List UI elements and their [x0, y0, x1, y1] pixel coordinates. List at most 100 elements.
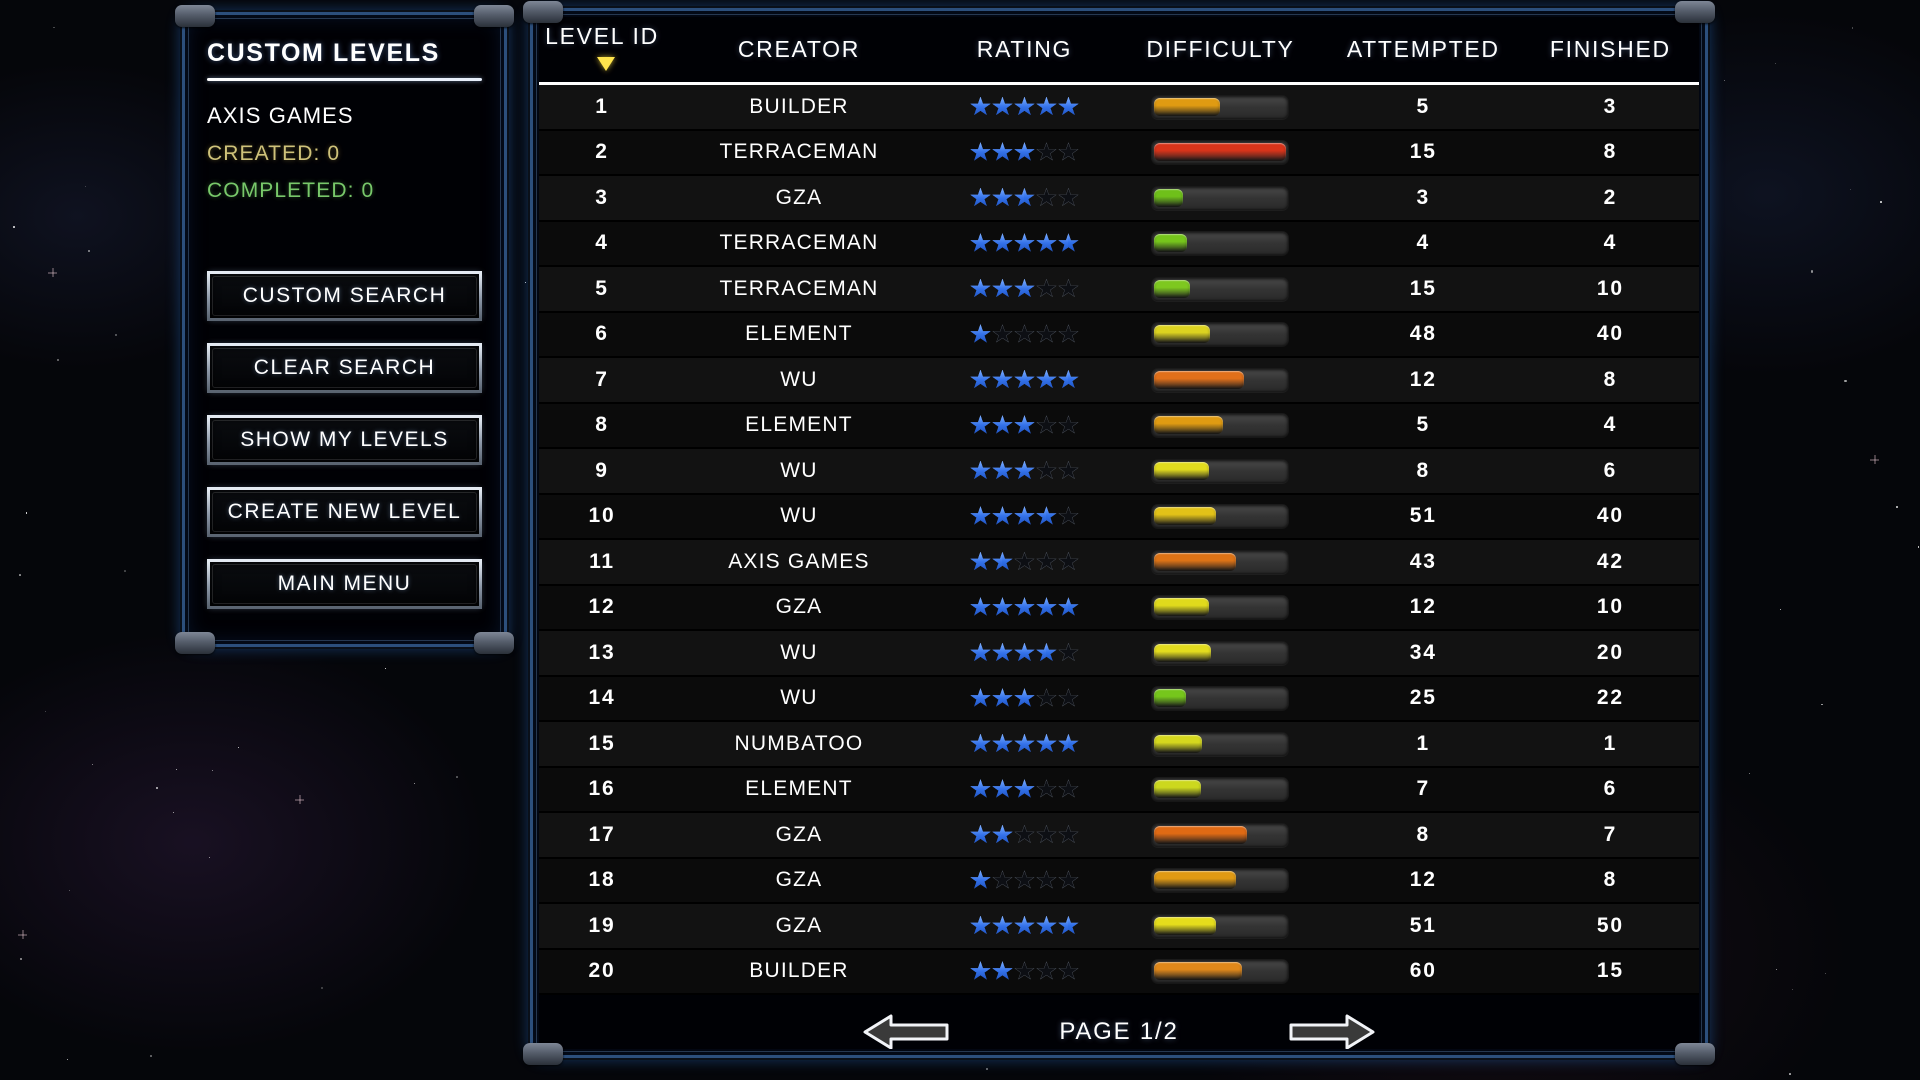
star-icon	[970, 688, 991, 708]
star-icon	[1036, 597, 1057, 617]
table-row[interactable]: 13 WU 34 20	[539, 631, 1699, 677]
create-new-level-button[interactable]: CREATE NEW LEVEL	[207, 487, 482, 537]
star-icon	[992, 597, 1013, 617]
column-header-finished[interactable]: FINISHED	[1522, 36, 1699, 63]
star-icon	[1036, 187, 1057, 208]
clear-search-button[interactable]: CLEAR SEARCH	[207, 343, 482, 393]
rating-stars	[933, 642, 1116, 663]
custom-search-button[interactable]: CUSTOM SEARCH	[207, 271, 482, 321]
cell-attempted: 8	[1416, 458, 1431, 482]
cell-attempted: 51	[1409, 504, 1437, 528]
star-icon	[1058, 324, 1079, 344]
main-menu-button[interactable]: MAIN MENU	[207, 559, 482, 609]
cell-creator: WU	[780, 458, 818, 482]
panel-corner-top-right-icon	[474, 5, 514, 27]
cell-finished: 7	[1603, 822, 1618, 846]
star-icon	[237, 746, 239, 748]
star-icon	[1058, 187, 1079, 208]
cell-creator: NUMBATOO	[734, 731, 864, 755]
cell-difficulty	[1116, 504, 1325, 529]
table-row[interactable]: 1 BUILDER 5 3	[539, 85, 1699, 131]
table-row[interactable]: 7 WU 12 8	[539, 358, 1699, 404]
table-row[interactable]: 15 NUMBATOO 1 1	[539, 722, 1699, 768]
cell-finished: 10	[1596, 595, 1624, 619]
column-header-creator[interactable]: CREATOR	[665, 36, 933, 63]
table-row[interactable]: 8 ELEMENT 5 4	[539, 403, 1699, 449]
show-my-levels-button[interactable]: SHOW MY LEVELS	[207, 415, 482, 465]
table-row[interactable]: 20 BUILDER 60 15	[539, 949, 1699, 995]
cell-finished: 40	[1596, 504, 1624, 528]
table-row[interactable]: 14 WU 25 22	[539, 676, 1699, 722]
column-header-label: FINISHED	[1549, 36, 1671, 62]
star-icon	[1014, 233, 1035, 253]
table-row[interactable]: 19 GZA 51 50	[539, 904, 1699, 950]
star-icon	[1036, 870, 1057, 890]
cell-difficulty	[1116, 413, 1325, 438]
cell-difficulty	[1116, 777, 1325, 802]
sidebar-button-list: CUSTOM SEARCH CLEAR SEARCH SHOW MY LEVELS C…	[207, 271, 482, 609]
table-row[interactable]: 2 TERRACEMAN 15 8	[539, 130, 1699, 176]
difficulty-bar	[1151, 504, 1290, 529]
table-row[interactable]: 5 TERRACEMAN 15 10	[539, 267, 1699, 313]
column-header-level-id[interactable]: LEVEL ID	[539, 23, 665, 77]
star-icon	[1775, 968, 1777, 970]
star-icon	[1058, 233, 1079, 253]
cell-difficulty	[1116, 458, 1325, 483]
rating-stars	[933, 551, 1116, 572]
star-icon	[992, 96, 1013, 117]
pagination-footer: PAGE 1/2	[539, 995, 1699, 1049]
table-row[interactable]: 17 GZA 8 7	[539, 813, 1699, 859]
cell-difficulty	[1116, 185, 1325, 210]
star-icon	[970, 915, 991, 936]
star-icon	[1917, 546, 1920, 548]
star-icon	[211, 769, 214, 772]
table-row[interactable]: 4 TERRACEMAN 4 4	[539, 221, 1699, 267]
star-icon	[53, 26, 55, 29]
difficulty-bar	[1151, 94, 1290, 119]
star-icon	[1058, 870, 1079, 890]
next-page-arrow-icon[interactable]	[1287, 1011, 1377, 1049]
difficulty-bar	[1151, 276, 1290, 301]
cell-attempted: 7	[1416, 777, 1431, 801]
column-header-attempted[interactable]: ATTEMPTED	[1325, 36, 1522, 63]
cell-level-id: 20	[588, 959, 616, 983]
table-row[interactable]: 11 AXIS GAMES 43 42	[539, 540, 1699, 586]
difficulty-bar-fill	[1154, 188, 1184, 207]
star-icon	[1774, 63, 1776, 65]
star-icon	[1014, 278, 1035, 299]
star-icon	[970, 779, 991, 799]
table-row[interactable]: 18 GZA 12 8	[539, 858, 1699, 904]
cell-level-id: 19	[588, 913, 616, 937]
table-row[interactable]: 6 ELEMENT 48 40	[539, 312, 1699, 358]
column-header-rating[interactable]: RATING	[933, 36, 1116, 63]
table-row[interactable]: 16 ELEMENT 7 6	[539, 767, 1699, 813]
cell-finished: 50	[1596, 913, 1624, 937]
star-icon	[992, 642, 1013, 663]
star-icon	[1851, 27, 1854, 29]
rating-stars	[933, 142, 1116, 162]
difficulty-bar	[1151, 913, 1290, 938]
table-header-row: LEVEL ID CREATOR RATING DIFFICULTY ATTEMPTED…	[539, 17, 1699, 85]
table-row[interactable]: 12 GZA 12 10	[539, 585, 1699, 631]
cell-finished: 42	[1596, 549, 1624, 573]
levels-table-panel: LEVEL ID CREATOR RATING DIFFICULTY ATTEMPTED…	[523, 1, 1715, 1065]
cell-difficulty	[1116, 913, 1325, 938]
table-row[interactable]: 10 WU 51 40	[539, 494, 1699, 540]
cell-difficulty	[1116, 868, 1325, 893]
cell-rating	[933, 870, 1116, 890]
player-name: AXIS GAMES	[207, 103, 354, 128]
table-row[interactable]: 3 GZA 3 2	[539, 176, 1699, 222]
star-icon	[68, 889, 70, 891]
table-row[interactable]: 9 WU 8 6	[539, 449, 1699, 495]
panel-corner-bottom-left-icon	[175, 632, 215, 654]
star-icon	[1058, 779, 1079, 799]
star-icon	[1058, 824, 1079, 845]
column-header-difficulty[interactable]: DIFFICULTY	[1116, 36, 1325, 63]
star-icon	[970, 642, 991, 663]
cell-rating	[933, 642, 1116, 663]
previous-page-arrow-icon[interactable]	[861, 1011, 951, 1049]
cell-difficulty	[1116, 276, 1325, 301]
star-icon	[992, 233, 1013, 253]
cell-creator: GZA	[775, 913, 823, 937]
cell-creator: BUILDER	[749, 94, 849, 118]
